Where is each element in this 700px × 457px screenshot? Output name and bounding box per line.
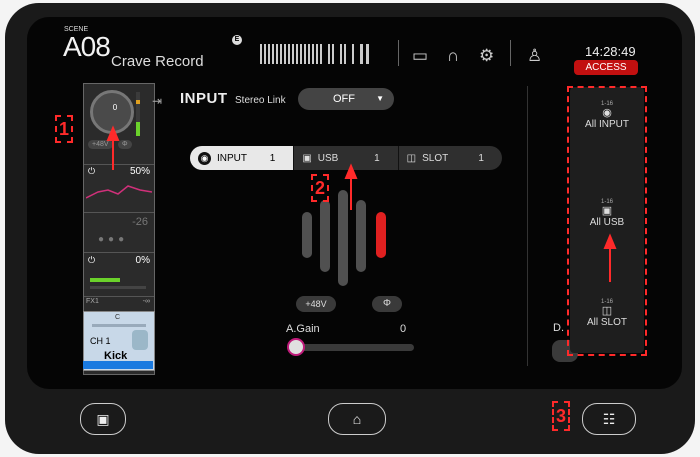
annotation-arrows	[106, 125, 617, 282]
